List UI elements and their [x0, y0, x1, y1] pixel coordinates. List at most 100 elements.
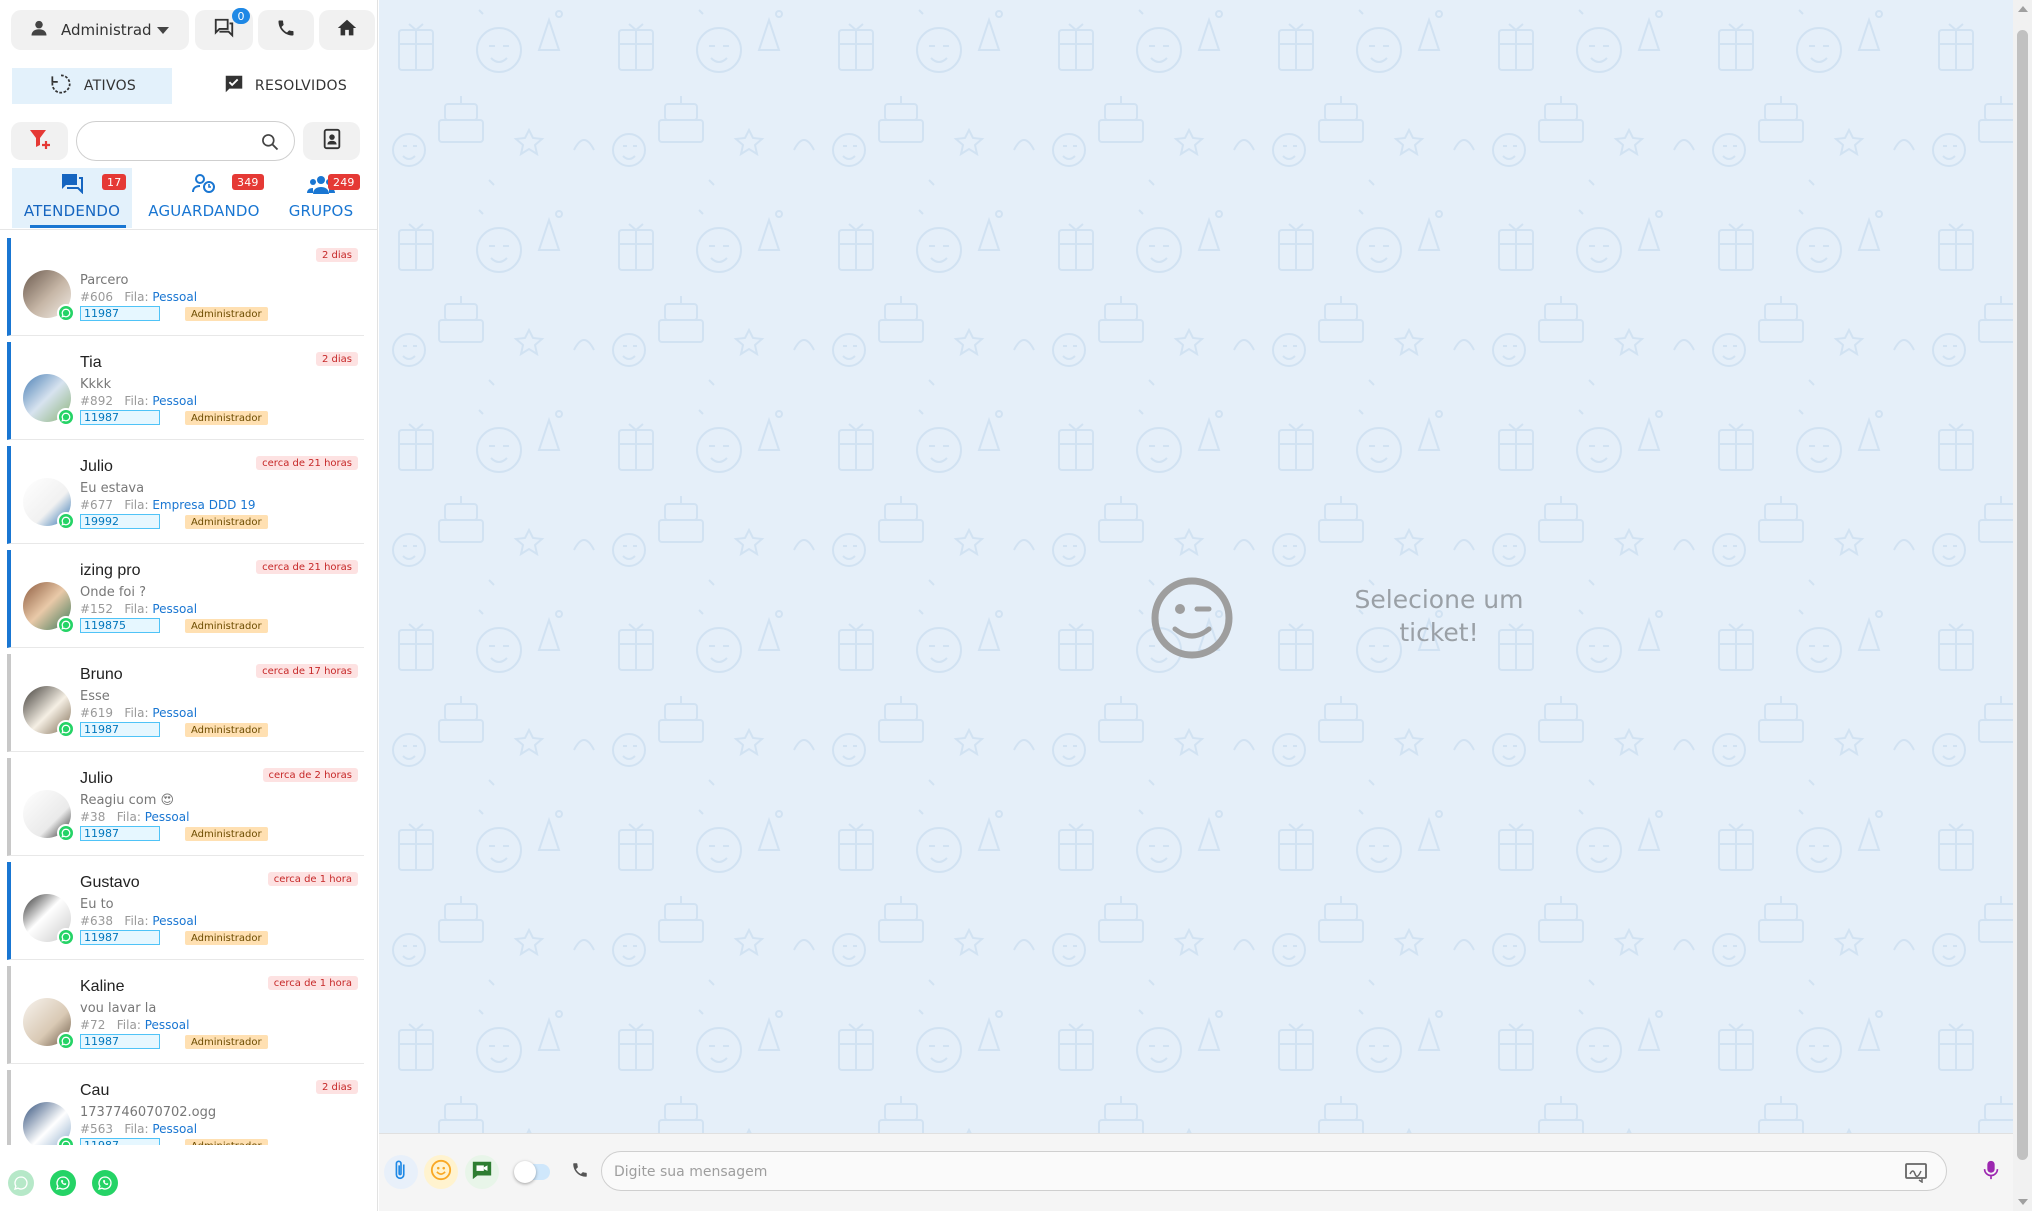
- record-audio-button[interactable]: [1974, 1155, 2008, 1189]
- attach-button[interactable]: [384, 1155, 418, 1189]
- ticket-last-message: vou lavar la: [80, 1001, 157, 1016]
- empty-state-message: Selecione um ticket!: [1319, 583, 1559, 649]
- ticket-item[interactable]: Parcero #606 Fila: Pessoal 11987 Administra…: [7, 238, 364, 336]
- contacts-button[interactable]: [303, 122, 360, 160]
- home-button[interactable]: [319, 10, 375, 50]
- ticket-contact-name: izing pro: [80, 562, 141, 579]
- tab-aguardando[interactable]: AGUARDANDO 349: [138, 168, 270, 228]
- chat-icon: [60, 172, 84, 198]
- queue-tabs: ATENDENDO 17 AGUARDANDO 349 GRUPOS 249: [0, 168, 377, 230]
- ticket-queue-label: Fila:: [124, 706, 149, 720]
- ticket-meta: #563 Fila: Pessoal: [80, 1122, 197, 1136]
- calls-button[interactable]: [258, 10, 314, 50]
- tab-aguardando-label: AGUARDANDO: [148, 202, 260, 220]
- ticket-meta: #638 Fila: Pessoal: [80, 914, 197, 928]
- ticket-queue-label: Fila:: [116, 810, 141, 824]
- call-button[interactable]: [563, 1155, 597, 1189]
- ticket-item[interactable]: izing pro Onde foi ? #152 Fila: Pessoal 119…: [7, 550, 364, 648]
- whatsapp-connection-icon[interactable]: [8, 1170, 34, 1196]
- ticket-contact-name: Julio: [80, 458, 113, 475]
- refresh-icon: [48, 71, 74, 101]
- ticket-phone-tag: 19992: [80, 514, 160, 529]
- video-message-icon: [471, 1159, 493, 1185]
- signature-icon[interactable]: [1904, 1161, 1928, 1187]
- tab-atendendo[interactable]: ATENDENDO 17: [12, 168, 132, 228]
- search-input[interactable]: [91, 130, 251, 154]
- whatsapp-icon: [57, 720, 75, 738]
- ticket-item[interactable]: Cau 1737746070702.ogg #563 Fila: Pessoal 11…: [7, 1070, 364, 1145]
- emoji-icon: [430, 1159, 452, 1185]
- tab-grupos[interactable]: GRUPOS 249: [276, 168, 366, 228]
- tab-active[interactable]: ATIVOS: [12, 68, 172, 104]
- ticket-item[interactable]: Bruno Esse #619 Fila: Pessoal 11987 Administ…: [7, 654, 364, 752]
- tab-resolved[interactable]: RESOLVIDOS: [200, 68, 370, 104]
- ticket-id: #72: [80, 1018, 106, 1032]
- tab-atendendo-label: ATENDENDO: [23, 202, 121, 220]
- video-message-button[interactable]: [465, 1155, 499, 1189]
- user-menu-button[interactable]: Administrad: [11, 10, 189, 50]
- ticket-last-message: 1737746070702.ogg: [80, 1105, 217, 1120]
- filter-button[interactable]: [11, 122, 68, 160]
- ticket-queue-label: Fila:: [124, 498, 149, 512]
- ticket-item[interactable]: Gustavo Eu to #638 Fila: Pessoal 11987 Admin…: [7, 862, 364, 960]
- status-tabs: ATIVOS RESOLVIDOS: [0, 66, 377, 106]
- message-input-box: [601, 1151, 1947, 1191]
- doodle-pattern: [379, 0, 2013, 1133]
- ticket-last-message: Reagiu com 😍: [80, 793, 175, 808]
- ticket-item[interactable]: Kaline vou lavar la #72 Fila: Pessoal 11987…: [7, 966, 364, 1064]
- ticket-time-badge: cerca de 21 horas: [256, 456, 358, 470]
- ticket-item[interactable]: Julio Eu estava #677 Fila: Empresa DDD 19 1…: [7, 446, 364, 544]
- ticket-id: #638: [80, 914, 113, 928]
- sidebar: Administrad 0 ATIVOS RESOLVIDOS ATENDEND…: [0, 0, 378, 1211]
- ticket-time-badge: cerca de 21 horas: [256, 560, 358, 574]
- scroll-up-arrow[interactable]: [2018, 6, 2028, 12]
- ticket-item[interactable]: Tia Kkkk #892 Fila: Pessoal 11987 Administra…: [7, 342, 364, 440]
- ticket-phone-tag: 11987: [80, 722, 160, 737]
- ticket-queue-label: Fila:: [124, 914, 149, 928]
- microphone-icon: [1983, 1159, 1999, 1185]
- ticket-queue: Pessoal: [144, 1018, 190, 1032]
- ticket-user-tag: Administrador: [185, 307, 268, 321]
- ticket-phone-tag: 119875: [80, 618, 160, 633]
- app-root: Administrad 0 ATIVOS RESOLVIDOS ATENDEND…: [0, 0, 2032, 1211]
- emoji-button[interactable]: [424, 1155, 458, 1189]
- message-input[interactable]: [614, 1161, 1874, 1183]
- grupos-count-badge: 249: [328, 174, 360, 190]
- top-toolbar: Administrad 0: [0, 0, 377, 58]
- ticket-id: #152: [80, 602, 113, 616]
- contacts-icon: [322, 128, 342, 154]
- ticket-queue-label: Fila:: [124, 1122, 149, 1136]
- whatsapp-connection-icon[interactable]: [92, 1170, 118, 1196]
- ticket-meta: #892 Fila: Pessoal: [80, 394, 197, 408]
- ticket-user-tag: Administrador: [185, 1139, 268, 1145]
- search-icon[interactable]: [260, 132, 280, 156]
- ticket-contact-name: Bruno: [80, 666, 123, 683]
- chat-panel: Selecione um ticket!: [379, 0, 2013, 1211]
- ticket-queue: Pessoal: [152, 1122, 198, 1136]
- chat-wallpaper: Selecione um ticket!: [379, 0, 2013, 1133]
- person-icon: [29, 18, 49, 42]
- signature-toggle[interactable]: [514, 1161, 550, 1183]
- ticket-time-badge: cerca de 1 hora: [267, 872, 358, 886]
- tab-grupos-label: GRUPOS: [288, 202, 354, 220]
- ticket-user-tag: Administrador: [185, 723, 268, 737]
- page-scrollbar[interactable]: [2013, 0, 2032, 1211]
- scrollbar-thumb[interactable]: [2017, 30, 2028, 1160]
- empty-state: Selecione um ticket!: [1149, 575, 1549, 665]
- ticket-contact-name: Kaline: [80, 978, 125, 995]
- ticket-id: #619: [80, 706, 113, 720]
- ticket-user-tag: Administrador: [185, 1035, 268, 1049]
- ticket-phone-tag: 11987: [80, 306, 160, 321]
- scroll-down-arrow[interactable]: [2018, 1199, 2028, 1205]
- ticket-id: #606: [80, 290, 113, 304]
- whatsapp-icon: [57, 304, 75, 322]
- ticket-item[interactable]: Julio Reagiu com 😍 #38 Fila: Pessoal 11987 A…: [7, 758, 364, 856]
- ticket-queue: Pessoal: [152, 914, 198, 928]
- person-clock-icon: [191, 172, 217, 198]
- whatsapp-connection-icon[interactable]: [50, 1170, 76, 1196]
- empty-state-line2: ticket!: [1399, 618, 1479, 647]
- ticket-meta: #677 Fila: Empresa DDD 19: [80, 498, 256, 512]
- ticket-phone-tag: 11987: [80, 930, 160, 945]
- chats-button[interactable]: 0: [195, 8, 253, 50]
- filter-add-icon: [28, 127, 52, 155]
